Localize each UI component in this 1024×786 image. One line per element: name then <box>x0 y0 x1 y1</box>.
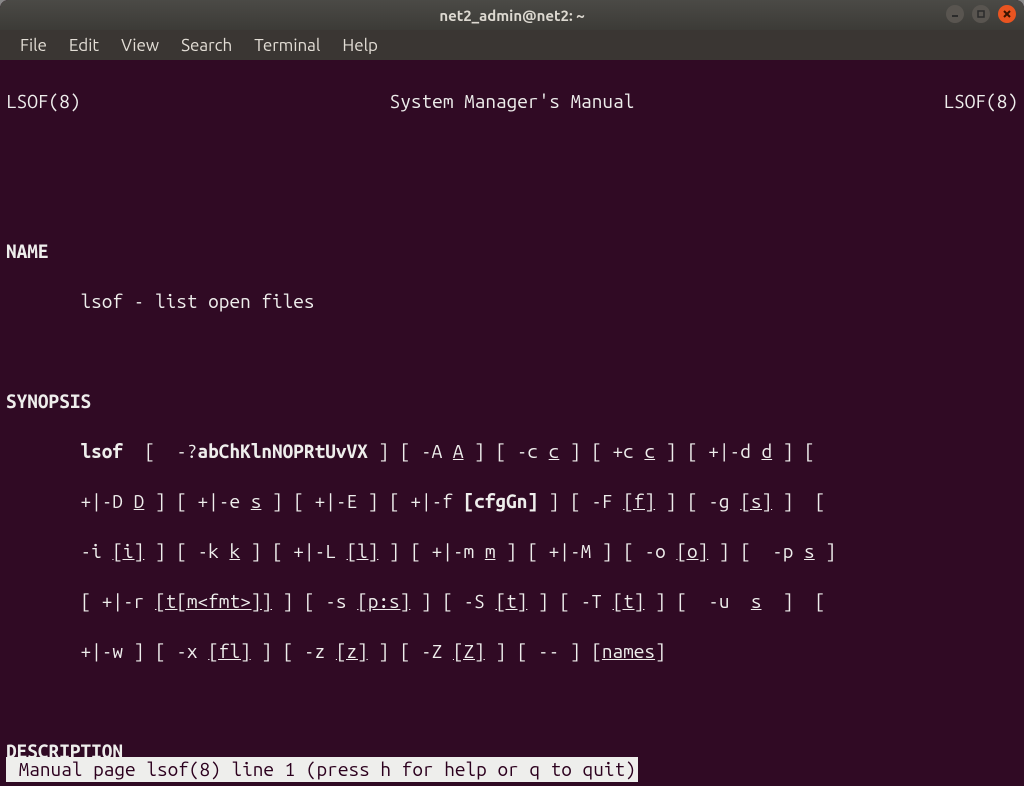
menu-file[interactable]: File <box>10 33 57 58</box>
man-header-center: System Manager's Manual <box>390 89 635 114</box>
man-header-left: LSOF(8) <box>6 89 80 114</box>
menubar: File Edit View Search Terminal Help <box>0 30 1024 60</box>
menu-help[interactable]: Help <box>332 33 388 58</box>
blank-line <box>6 139 1018 164</box>
terminal-viewport[interactable]: LSOF(8) System Manager's Manual LSOF(8) NA… <box>0 60 1024 786</box>
maximize-button[interactable] <box>972 5 990 23</box>
name-line: lsof - list open files <box>6 289 1018 314</box>
menu-edit[interactable]: Edit <box>59 33 109 58</box>
synopsis-line-3: -i [i] ] [ -k k ] [ +|-L [l] ] [ +|-m m … <box>6 539 1018 564</box>
close-button[interactable] <box>998 5 1016 23</box>
man-header-right: LSOF(8) <box>944 89 1018 114</box>
minimize-button[interactable] <box>946 5 964 23</box>
synopsis-line-5: +|-w ] [ -x [fl] ] [ -z [z] ] [ -Z [Z] ]… <box>6 639 1018 664</box>
section-synopsis: SYNOPSIS <box>6 389 1018 414</box>
window-controls <box>946 5 1016 23</box>
blank-line <box>6 189 1018 214</box>
menu-search[interactable]: Search <box>171 33 242 58</box>
window-title: net2_admin@net2: ~ <box>439 7 584 24</box>
blank-line <box>6 339 1018 364</box>
synopsis-line-2: +|-D D ] [ +|-e s ] [ +|-E ] [ +|-f [cfg… <box>6 489 1018 514</box>
titlebar: net2_admin@net2: ~ <box>0 0 1024 30</box>
synopsis-line-1: lsof [ -?abChKlnNOPRtUvVX ] [ -A A ] [ -… <box>6 439 1018 464</box>
menu-view[interactable]: View <box>111 33 169 58</box>
synopsis-line-4: [ +|-r [t[m<fmt>]] ] [ -s [p:s] ] [ -S [… <box>6 589 1018 614</box>
man-header: LSOF(8) System Manager's Manual LSOF(8) <box>6 89 1018 114</box>
blank-line <box>6 689 1018 714</box>
man-status-line: Manual page lsof(8) line 1 (press h for … <box>6 757 638 782</box>
section-name: NAME <box>6 239 1018 264</box>
menu-terminal[interactable]: Terminal <box>244 33 330 58</box>
terminal-window: net2_admin@net2: ~ File Edit View Search… <box>0 0 1024 786</box>
